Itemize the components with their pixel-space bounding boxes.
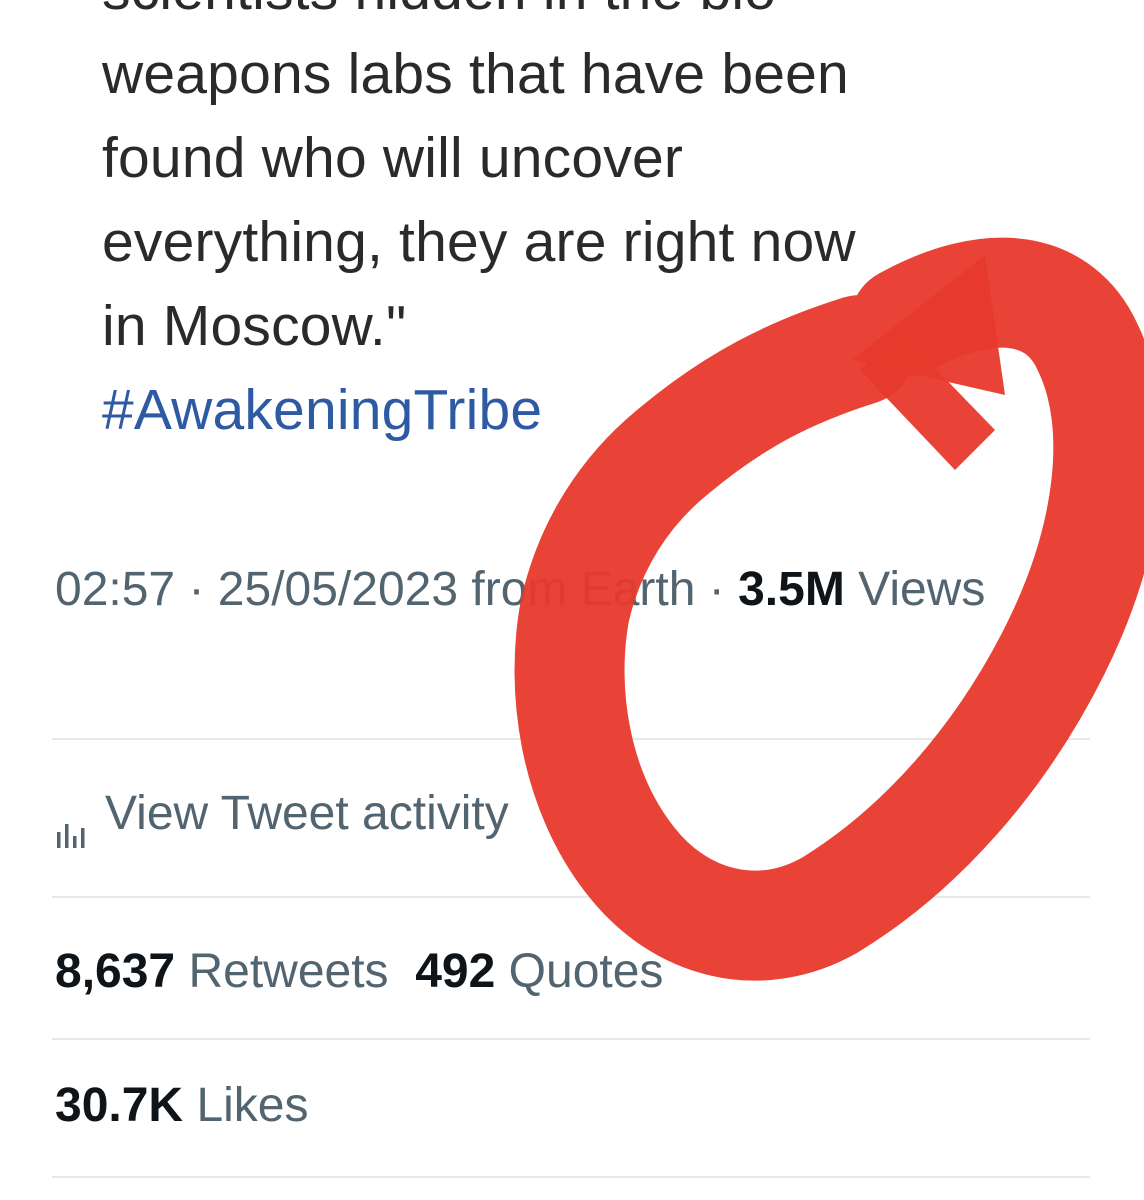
quotes-count: 492 [415, 945, 496, 998]
retweets-link[interactable]: 8,637 Retweets [55, 945, 389, 998]
tweet-text-line: in Moscow." [102, 294, 407, 358]
bar-chart-icon [55, 803, 91, 848]
views-count: 3.5M [738, 563, 845, 616]
views-label: Views [858, 563, 986, 616]
tweet-date[interactable]: 25/05/2023 [218, 563, 458, 616]
divider [52, 896, 1090, 898]
view-tweet-activity-label: View Tweet activity [105, 787, 509, 840]
tweet-text-line: everything, they are right now [102, 210, 856, 274]
likes-link[interactable]: 30.7K Likes [55, 1074, 309, 1138]
tweet-source: from Earth [471, 563, 696, 616]
quotes-label: Quotes [508, 945, 664, 998]
tweet-meta: 02:57 · 25/05/2023 from Earth · 3.5M Vie… [55, 556, 1095, 624]
embedded-tweet-screenshot-text: scientists hidden in the bio- weapons la… [102, 0, 1062, 452]
likes-label: Likes [196, 1079, 309, 1132]
tweet-text-line: weapons labs that have been [102, 42, 849, 106]
meta-separator: · [188, 563, 205, 616]
tweet-time[interactable]: 02:57 [55, 563, 175, 616]
hashtag-link[interactable]: #AwakeningTribe [102, 368, 1062, 452]
divider [52, 738, 1090, 740]
quotes-link[interactable]: 492 Quotes [415, 945, 663, 998]
retweets-label: Retweets [188, 945, 389, 998]
tweet-text-line: found who will uncover [102, 126, 684, 190]
meta-separator: · [708, 563, 725, 616]
retweets-count: 8,637 [55, 945, 176, 998]
likes-count: 30.7K [55, 1079, 184, 1132]
divider [52, 1038, 1090, 1040]
divider [52, 1176, 1090, 1178]
retweets-quotes-row: 8,637 Retweets 492 Quotes [55, 940, 663, 1004]
view-tweet-activity-link[interactable]: View Tweet activity [55, 782, 509, 848]
tweet-text-line: scientists hidden in the bio- [102, 0, 1062, 32]
